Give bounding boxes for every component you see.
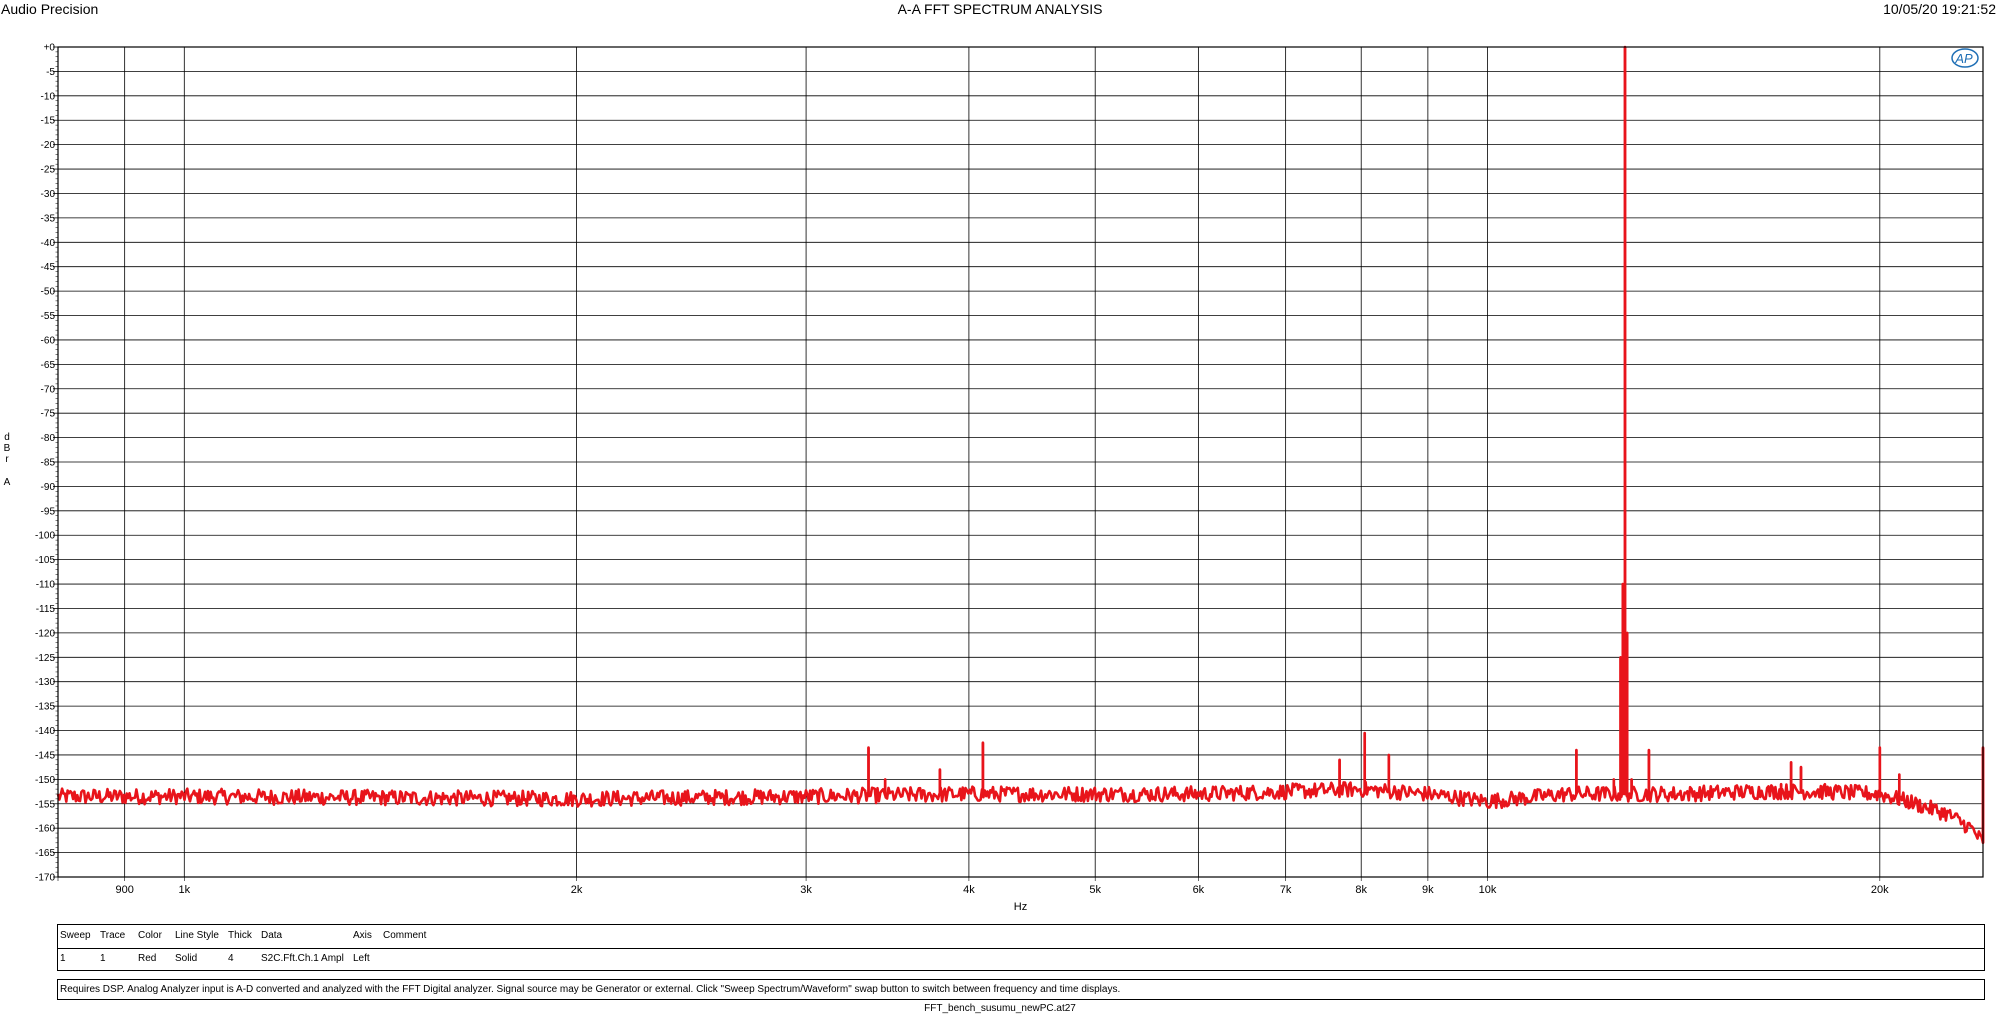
trace-legend-table: Sweep Trace Color Line Style Thick Data Axis Co… [57, 924, 1985, 971]
series-layer [56, 45, 1985, 845]
y-axis-label-char: B [4, 443, 11, 454]
legend-header-cell: Line Style [175, 930, 219, 941]
x-tick-label: 7k [1280, 884, 1292, 896]
y-tick-label: -75 [41, 409, 56, 420]
legend-header-cell: Data [261, 930, 283, 941]
legend-cell: Solid [175, 953, 198, 964]
y-axis-label-char: d [4, 432, 10, 443]
y-tick-label: -45 [41, 262, 56, 273]
legend-cell: 1 [100, 953, 106, 964]
legend-header-cell: Color [138, 930, 162, 941]
y-axis-label-char: r [5, 454, 9, 465]
y-tick-label: -165 [35, 848, 55, 859]
y-tick-label: -85 [41, 458, 56, 469]
y-tick-label: -135 [35, 702, 55, 713]
y-tick-label: -130 [35, 677, 55, 688]
x-tick-label: 4k [963, 884, 975, 896]
y-tick-label: -5 [46, 67, 55, 78]
spectrum-chart: +0 -5 -10 -15 -20 -25 -30 -35 -40 -45 -50 -55 -60 -65… [4, 43, 1985, 913]
y-tick-label: -105 [35, 555, 55, 566]
axis-ticks: +0 -5 -10 -15 -20 -25 -30 -35 -40 -45 -50 -55 -60 -65… [35, 43, 1889, 897]
legend-header-cell: Thick [228, 930, 252, 941]
y-tick-label: -10 [41, 91, 56, 102]
y-tick-label: -35 [41, 213, 56, 224]
x-tick-label: 900 [115, 884, 133, 896]
file-name: FFT_bench_susumu_newPC.at27 [924, 1003, 1076, 1014]
y-tick-label: -140 [35, 726, 55, 737]
description-note: Requires DSP. Analog Analyzer input is A… [57, 979, 1985, 1000]
x-tick-label: 1k [178, 884, 190, 896]
legend-row: 1 1 Red Solid 4 S2C.Fft.Ch.1 Ampl Left [58, 948, 1984, 971]
legend-cell: 4 [228, 953, 234, 964]
y-tick-label: -20 [41, 140, 56, 151]
y-tick-label: +0 [44, 43, 56, 54]
y-tick-label: -170 [35, 873, 55, 884]
legend-header-row: Sweep Trace Color Line Style Thick Data Axis Co… [58, 925, 1984, 949]
y-tick-label: -155 [35, 799, 55, 810]
x-tick-label: 2k [571, 884, 583, 896]
y-tick-label: -115 [36, 604, 56, 615]
y-tick-label: -60 [41, 335, 56, 346]
y-tick-label: -110 [36, 580, 56, 591]
y-axis-label-char: A [4, 477, 11, 488]
legend-header-cell: Axis [353, 930, 372, 941]
y-tick-label: -80 [41, 433, 56, 444]
y-tick-label: -65 [41, 360, 56, 371]
x-tick-label: 3k [800, 884, 812, 896]
legend-cell: Red [138, 953, 157, 964]
grid [58, 46, 1983, 878]
legend-cell: Left [353, 953, 370, 964]
legend-header-cell: Trace [100, 930, 126, 941]
y-tick-label: -125 [35, 653, 55, 664]
y-tick-label: -160 [35, 824, 55, 835]
y-tick-label: -95 [41, 506, 56, 517]
y-axis-label: dBr A [4, 432, 11, 488]
legend-header-cell: Sweep [60, 930, 91, 941]
y-tick-label: -150 [35, 775, 55, 786]
y-tick-label: -15 [41, 116, 56, 127]
x-tick-label: 6k [1193, 884, 1205, 896]
y-tick-label: -30 [41, 189, 56, 200]
y-tick-label: -100 [35, 531, 55, 542]
x-tick-label: 8k [1355, 884, 1367, 896]
y-tick-label: -145 [35, 750, 55, 761]
y-tick-label: -120 [35, 628, 55, 639]
ap-logo: AP [1951, 48, 1979, 68]
x-tick-label: 9k [1422, 884, 1434, 896]
spectrum-trace [56, 45, 1985, 845]
y-tick-label: -90 [41, 482, 56, 493]
y-tick-label: -40 [41, 238, 56, 249]
x-tick-label: 10k [1479, 884, 1497, 896]
y-tick-label: -55 [41, 311, 56, 322]
y-tick-label: -70 [41, 384, 56, 395]
y-tick-label: -25 [41, 165, 56, 176]
y-tick-label: -50 [41, 287, 56, 298]
legend-cell: 1 [60, 953, 66, 964]
legend-cell: S2C.Fft.Ch.1 Ampl [261, 953, 344, 964]
svg-text:AP: AP [1954, 51, 1973, 66]
x-tick-label: 5k [1089, 884, 1101, 896]
x-tick-label: 20k [1871, 884, 1889, 896]
x-axis-label: Hz [1014, 901, 1027, 913]
legend-header-cell: Comment [383, 930, 427, 941]
